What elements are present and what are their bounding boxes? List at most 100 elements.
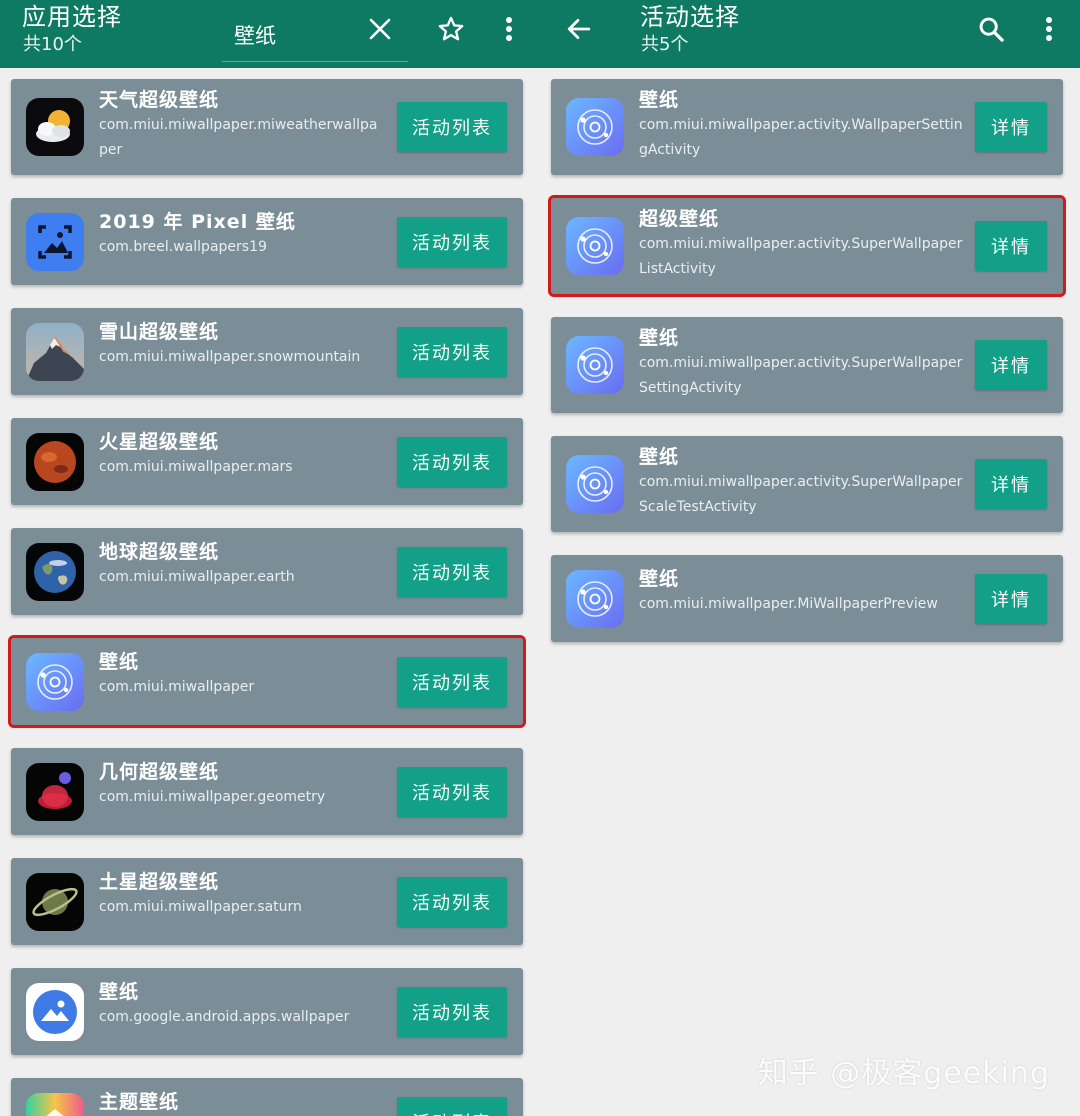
item-title: 壁纸	[639, 568, 680, 590]
item-title: 天气超级壁纸	[99, 89, 220, 111]
back-button[interactable]	[559, 9, 599, 49]
app-list-item[interactable]: 土星超级壁纸 com.miui.miwallpaper.saturn 活动列表	[11, 858, 523, 945]
item-title: 壁纸	[639, 89, 680, 111]
activity-list-button[interactable]: 活动列表	[397, 877, 507, 927]
page-subtitle: 共5个	[641, 34, 689, 55]
item-package: com.miui.miwallpaper.earth	[99, 569, 295, 585]
item-title: 壁纸	[639, 446, 680, 468]
activity-list-button[interactable]: 活动列表	[397, 437, 507, 487]
activity-list-button[interactable]: 活动列表	[397, 657, 507, 707]
activity-list-button[interactable]: 活动列表	[397, 102, 507, 152]
item-title: 2019 年 Pixel 壁纸	[99, 211, 296, 233]
app-list-item[interactable]: 壁纸 com.google.android.apps.wallpaper 活动列表	[11, 968, 523, 1055]
item-title: 几何超级壁纸	[99, 761, 220, 783]
google-wallpaper-icon	[26, 983, 84, 1041]
miui-wallpaper-icon	[566, 217, 624, 275]
activity-list-item[interactable]: 壁纸 com.miui.miwallpaper.activity.SuperWal…	[551, 317, 1063, 413]
page-subtitle: 共10个	[23, 34, 82, 55]
item-package: com.miui.miwallpaper.activity.WallpaperS…	[639, 117, 963, 158]
search-button[interactable]	[971, 9, 1011, 49]
card-text: 超级壁纸 com.miui.miwallpaper.activity.SuperW…	[639, 207, 963, 282]
activity-list-button[interactable]: 活动列表	[397, 217, 507, 267]
card-text: 土星超级壁纸 com.miui.miwallpaper.saturn	[99, 870, 383, 920]
close-icon	[369, 18, 391, 40]
app-list-item[interactable]: 雪山超级壁纸 com.miui.miwallpaper.snowmountain 活…	[11, 308, 523, 395]
card-text: 壁纸 com.miui.miwallpaper.activity.SuperWal…	[639, 326, 963, 401]
item-title: 壁纸	[99, 981, 140, 1003]
earth-planet-icon	[26, 543, 84, 601]
activity-list-item[interactable]: 壁纸 com.miui.miwallpaper.MiWallpaperPrevie…	[551, 555, 1063, 642]
more-options-button[interactable]	[489, 9, 529, 49]
card-text: 雪山超级壁纸 com.miui.miwallpaper.snowmountain	[99, 320, 383, 370]
more-options-button[interactable]	[1029, 9, 1069, 49]
activity-list-button[interactable]: 活动列表	[397, 1097, 507, 1116]
activity-list-item[interactable]: 壁纸 com.miui.miwallpaper.activity.SuperWal…	[551, 436, 1063, 532]
detail-button[interactable]: 详情	[975, 574, 1047, 624]
item-title: 雪山超级壁纸	[99, 321, 220, 343]
app-bar: 应用选择 共10个	[0, 0, 540, 68]
item-title: 壁纸	[639, 327, 680, 349]
page-title: 活动选择	[640, 3, 740, 31]
item-package: com.google.android.apps.wallpaper	[99, 1009, 350, 1025]
snow-mountain-icon	[26, 323, 84, 381]
arrow-back-icon	[567, 18, 591, 40]
card-text: 壁纸 com.miui.miwallpaper	[99, 650, 383, 700]
card-text: 火星超级壁纸 com.miui.miwallpaper.mars	[99, 430, 383, 480]
favorite-button[interactable]	[431, 9, 471, 49]
miui-wallpaper-icon	[566, 570, 624, 628]
app-list-item[interactable]: 壁纸 com.miui.miwallpaper 活动列表	[8, 635, 526, 728]
item-package: com.miui.miwallpaper.saturn	[99, 899, 302, 915]
item-package: com.miui.miwallpaper.miweatherwallpaper	[99, 117, 378, 158]
miui-wallpaper-icon	[26, 653, 84, 711]
item-title: 地球超级壁纸	[99, 541, 220, 563]
app-list-item[interactable]: 火星超级壁纸 com.miui.miwallpaper.mars 活动列表	[11, 418, 523, 505]
activity-list-button[interactable]: 活动列表	[397, 767, 507, 817]
more-vert-icon	[1046, 17, 1052, 41]
card-text: 2019 年 Pixel 壁纸 com.breel.wallpapers19	[99, 210, 383, 260]
card-text: 地球超级壁纸 com.miui.miwallpaper.earth	[99, 540, 383, 590]
item-package: com.miui.miwallpaper.MiWallpaperPreview	[639, 596, 938, 612]
item-package: com.miui.miwallpaper.activity.SuperWallp…	[639, 474, 963, 515]
saturn-planet-icon	[26, 873, 84, 931]
item-title: 主题壁纸	[99, 1091, 180, 1113]
item-package: com.breel.wallpapers19	[99, 239, 267, 255]
card-text: 主题壁纸	[99, 1090, 383, 1115]
watermark: 知乎 @极客geeking	[757, 1056, 1050, 1091]
detail-button[interactable]: 详情	[975, 221, 1047, 271]
app-list-item[interactable]: 天气超级壁纸 com.miui.miwallpaper.miweatherwall…	[11, 79, 523, 175]
item-title: 壁纸	[99, 651, 140, 673]
card-text: 几何超级壁纸 com.miui.miwallpaper.geometry	[99, 760, 383, 810]
item-title: 超级壁纸	[639, 208, 720, 230]
miui-wallpaper-icon	[566, 336, 624, 394]
item-package: com.miui.miwallpaper.geometry	[99, 789, 326, 805]
app-bar: 活动选择 共5个	[540, 0, 1080, 68]
app-list-item[interactable]: 几何超级壁纸 com.miui.miwallpaper.geometry 活动列表	[11, 748, 523, 835]
page-title: 应用选择	[22, 3, 122, 31]
geometry-icon	[26, 763, 84, 821]
pixel-wallpaper-icon	[26, 213, 84, 271]
activity-list-item[interactable]: 壁纸 com.miui.miwallpaper.activity.Wallpape…	[551, 79, 1063, 175]
theme-wallpaper-icon	[26, 1093, 84, 1116]
item-package: com.miui.miwallpaper.snowmountain	[99, 349, 361, 365]
item-package: com.miui.miwallpaper.activity.SuperWallp…	[639, 236, 963, 277]
app-list-item[interactable]: 主题壁纸 活动列表	[11, 1078, 523, 1116]
card-text: 壁纸 com.google.android.apps.wallpaper	[99, 980, 383, 1030]
activity-list-button[interactable]: 活动列表	[397, 547, 507, 597]
detail-button[interactable]: 详情	[975, 459, 1047, 509]
activity-list-button[interactable]: 活动列表	[397, 987, 507, 1037]
app-list-item[interactable]: 地球超级壁纸 com.miui.miwallpaper.earth 活动列表	[11, 528, 523, 615]
activity-list-button[interactable]: 活动列表	[397, 327, 507, 377]
item-title: 火星超级壁纸	[99, 431, 220, 453]
star-icon	[438, 16, 464, 41]
item-package: com.miui.miwallpaper	[99, 679, 255, 695]
card-text: 壁纸 com.miui.miwallpaper.activity.SuperWal…	[639, 445, 963, 520]
clear-search-button[interactable]	[360, 9, 400, 49]
miui-wallpaper-icon	[566, 98, 624, 156]
app-list-item[interactable]: 2019 年 Pixel 壁纸 com.breel.wallpapers19 活动列…	[11, 198, 523, 285]
card-text: 壁纸 com.miui.miwallpaper.MiWallpaperPrevie…	[639, 567, 963, 617]
weather-sun-cloud-icon	[26, 98, 84, 156]
detail-button[interactable]: 详情	[975, 102, 1047, 152]
activity-list-item[interactable]: 超级壁纸 com.miui.miwallpaper.activity.SuperW…	[548, 195, 1066, 297]
item-package: com.miui.miwallpaper.mars	[99, 459, 293, 475]
detail-button[interactable]: 详情	[975, 340, 1047, 390]
